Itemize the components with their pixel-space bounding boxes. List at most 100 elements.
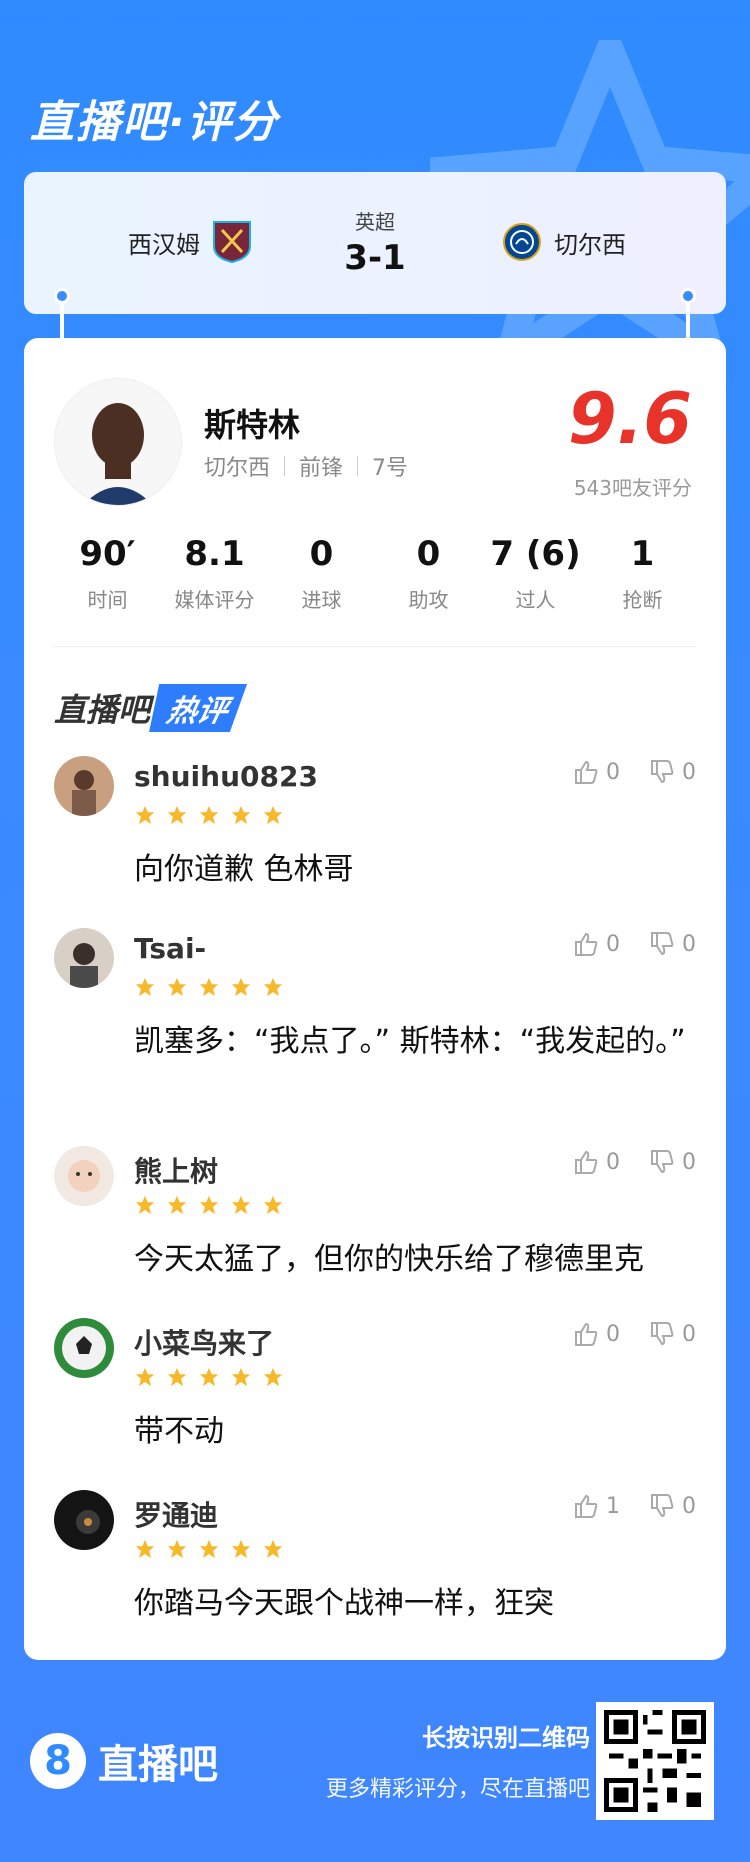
like-count: 0	[606, 759, 620, 785]
thumbs-up-icon	[575, 1322, 598, 1346]
comment-item: Tsai- 凯塞多：“我点了。” 斯特林：“我发起的。” 0 0	[54, 928, 696, 1088]
thumbs-down-icon	[651, 932, 674, 956]
star-icon	[231, 977, 251, 997]
user-avatar	[54, 1146, 114, 1206]
star-icon	[231, 1195, 251, 1215]
star-icon	[199, 805, 219, 825]
comment-text: 凯塞多：“我点了。” 斯特林：“我发起的。”	[134, 1024, 686, 1059]
like-count: 1	[606, 1493, 620, 1519]
stat-value: 0	[416, 534, 441, 574]
like-button[interactable]: 0	[572, 1320, 620, 1348]
hot-title-part1: 直播吧	[54, 691, 151, 729]
dislike-count: 0	[682, 1321, 696, 1347]
like-button[interactable]: 0	[572, 758, 620, 786]
pin-top-left	[54, 288, 70, 304]
qr-code[interactable]	[596, 1702, 714, 1820]
user-avatar	[54, 1490, 114, 1550]
player-stats: 90′ 时间 8.1 媒体评分 0 进球 0 助攻 7 (6) 过人 1 抢断	[24, 534, 726, 613]
star-icon	[199, 977, 219, 997]
comment-item: shuihu0823 向你道歉 色林哥 0 0	[54, 756, 696, 887]
comment-text: 向你道歉 色林哥	[134, 852, 354, 887]
stat-value: 7 (6)	[490, 534, 581, 574]
dislike-button[interactable]: 0	[648, 930, 696, 958]
comment-votes: 0 0	[572, 758, 696, 786]
dislike-count: 0	[682, 1149, 696, 1175]
stat-minutes: 90′ 时间	[58, 534, 158, 613]
fan-rating: 9.6	[567, 378, 692, 460]
star-icon	[167, 805, 187, 825]
dislike-count: 0	[682, 931, 696, 957]
stat-label: 过人	[515, 588, 556, 612]
player-meta: 切尔西 前锋 7号	[204, 450, 408, 482]
dislike-button[interactable]: 0	[648, 1148, 696, 1176]
qr-code-icon	[604, 1710, 706, 1812]
comment-votes: 1 0	[572, 1492, 696, 1520]
star-icon	[135, 1195, 155, 1215]
comment-text: 今天太猛了，但你的快乐给了穆德里克	[134, 1242, 644, 1277]
player-name: 斯特林	[204, 406, 301, 444]
hot-comments-title: 直播吧 热评	[54, 684, 242, 732]
meta-divider	[284, 456, 286, 476]
dislike-button[interactable]: 0	[648, 758, 696, 786]
like-button[interactable]: 1	[572, 1492, 620, 1520]
star-rating	[134, 1538, 284, 1560]
star-icon	[263, 1367, 283, 1387]
thumbs-up-icon	[575, 1150, 598, 1174]
thumbs-down-icon	[651, 1150, 674, 1174]
stat-label: 媒体评分	[174, 588, 255, 612]
away-team-name: 切尔西	[554, 230, 626, 259]
stat-value: 0	[309, 534, 334, 574]
comment-username: Tsai-	[134, 932, 207, 965]
star-rating	[134, 804, 284, 826]
star-icon	[231, 1539, 251, 1559]
comment-username: shuihu0823	[134, 760, 318, 793]
stat-label: 进球	[301, 588, 342, 612]
star-icon	[263, 977, 283, 997]
star-icon	[199, 1539, 219, 1559]
stat-value: 1	[630, 534, 655, 574]
stat-media-rating: 8.1 媒体评分	[165, 534, 265, 613]
dislike-button[interactable]: 0	[648, 1320, 696, 1348]
footer-cta: 长按识别二维码 更多精彩评分，尽在直播吧	[326, 1718, 590, 1803]
stat-value: 90′	[79, 534, 136, 574]
comment-username: 小菜鸟来了	[134, 1327, 275, 1360]
star-icon	[263, 1539, 283, 1559]
star-icon	[199, 1195, 219, 1215]
thumbs-down-icon	[651, 1322, 674, 1346]
footer-logo-text: 直播吧	[98, 1742, 218, 1788]
comment-votes: 0 0	[572, 1148, 696, 1176]
comment-item: 小菜鸟来了 带不动 0 0	[54, 1318, 696, 1449]
user-avatar	[54, 756, 114, 816]
like-button[interactable]: 0	[572, 930, 620, 958]
chelsea-crest-icon	[503, 223, 541, 261]
stat-assists: 0 助攻	[379, 534, 479, 613]
player-rating-card: 斯特林 切尔西 前锋 7号 9.6 543吧友评分 90′ 时间 8.1 媒体评…	[24, 338, 726, 1660]
dislike-button[interactable]: 0	[648, 1492, 696, 1520]
stat-value: 8.1	[184, 534, 245, 574]
comment-votes: 0 0	[572, 930, 696, 958]
star-icon	[231, 1367, 251, 1387]
star-icon	[199, 1367, 219, 1387]
stat-tackles: 1 抢断	[593, 534, 693, 613]
like-count: 0	[606, 1149, 620, 1175]
star-icon	[135, 977, 155, 997]
section-divider	[54, 646, 696, 647]
star-rating	[134, 1194, 284, 1216]
star-icon	[135, 1367, 155, 1387]
thumbs-up-icon	[575, 760, 598, 784]
star-icon	[167, 1195, 187, 1215]
comment-username: 熊上树	[134, 1155, 219, 1188]
cta-sub: 更多精彩评分，尽在直播吧	[325, 1777, 590, 1802]
player-photo	[54, 378, 182, 506]
star-rating	[134, 976, 284, 998]
like-count: 0	[606, 1321, 620, 1347]
brand-title: 直播吧·评分	[30, 97, 279, 148]
star-icon	[135, 1539, 155, 1559]
pin-top-right	[680, 288, 696, 304]
like-button[interactable]: 0	[572, 1148, 620, 1176]
user-avatar	[54, 1318, 114, 1378]
stat-dribbles: 7 (6) 过人	[486, 534, 586, 613]
star-icon	[231, 805, 251, 825]
star-icon	[167, 977, 187, 997]
star-icon	[263, 805, 283, 825]
